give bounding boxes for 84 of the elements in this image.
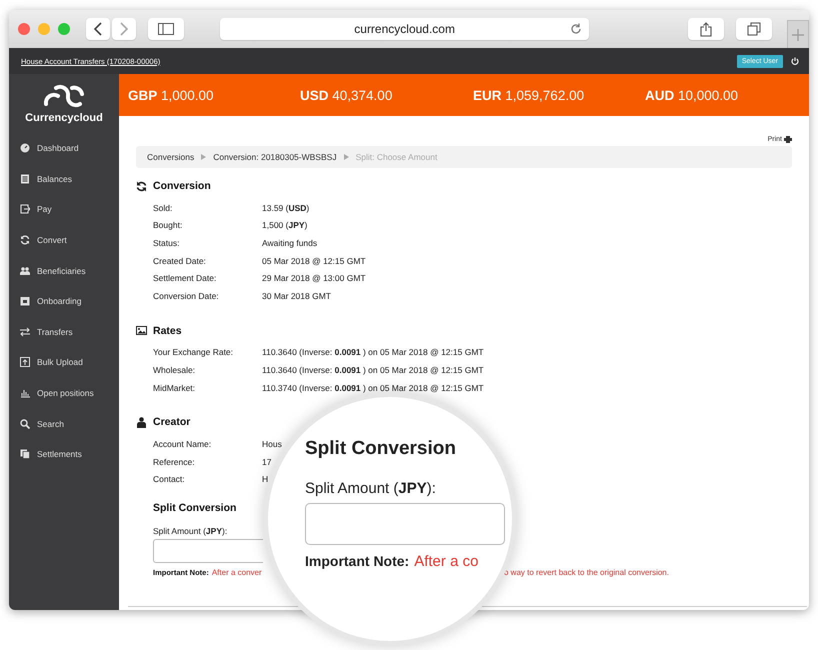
section-title: Split Conversion [305, 438, 456, 460]
refresh-icon [136, 180, 147, 192]
address-bar[interactable]: currencycloud.com [220, 18, 590, 40]
balance-amount: AUD 10,000.00 [645, 88, 740, 102]
field-label: Created Date: [153, 256, 207, 266]
reload-icon[interactable] [570, 23, 582, 35]
balance-amount: USD 40,374.00 [300, 88, 394, 102]
balance-amount: EUR 1,059,762.00 [473, 88, 586, 102]
note-label: Important Note: [305, 553, 410, 569]
field-label: Bought: [153, 220, 184, 230]
sidebar-item[interactable]: Beneficiaries [9, 255, 119, 286]
field-label: Split Amount (JPY): [153, 526, 228, 536]
field-value: 110.3640 (Inverse: 0.0091 ) on 05 Mar 2018 @ 12:15 GMT [262, 364, 484, 375]
sidebar-item[interactable]: Onboarding [9, 286, 119, 317]
close-dot[interactable] [18, 23, 30, 35]
field-value: 30 Mar 2018 GMT [262, 290, 331, 301]
note-text: After a co [414, 553, 478, 570]
power-icon[interactable] [791, 57, 799, 65]
field-label: Reference: [153, 456, 196, 467]
field-label: Sold: [153, 202, 174, 213]
breadcrumb-link[interactable]: Conversions [147, 152, 194, 162]
section-title: Rates [153, 324, 182, 337]
search-icon [20, 418, 30, 429]
field-label: Conversion Date: [153, 290, 220, 301]
field-value: 13.59 (USD) [262, 202, 310, 213]
tabs-icon[interactable] [747, 22, 762, 36]
field-value: Awaiting funds [262, 238, 318, 248]
amount-input-field[interactable] [153, 539, 263, 564]
field-label: Account Name: [153, 439, 212, 450]
caret-icon [344, 154, 349, 160]
field-value: 110.3740 (Inverse: 0.0091 ) on 05 Mar 2018 @ 12:15 GMT [262, 382, 484, 393]
export-icon [20, 204, 30, 214]
sidebar-item[interactable]: Settlements [9, 438, 119, 470]
person-icon [136, 416, 147, 428]
zoom-dot[interactable] [58, 23, 70, 35]
field-label: Contact: [153, 474, 186, 484]
note-text: After a conver [212, 568, 262, 578]
sidebar-item[interactable]: Dashboard [9, 133, 119, 164]
bar-chart-icon [20, 388, 30, 398]
users-icon [20, 266, 30, 276]
field-label: Your Exchange Rate: [153, 347, 234, 358]
section-title: Split Conversion [153, 502, 236, 514]
sidebar-item[interactable]: Transfers [9, 316, 119, 348]
field-value: 29 Mar 2018 @ 13:00 GMT [262, 273, 366, 284]
sidebar-item[interactable]: Balances [9, 164, 119, 194]
field-label: Split Amount (JPY): [305, 480, 436, 497]
sidebar-icon[interactable] [158, 23, 174, 35]
document-icon [20, 174, 30, 184]
balance-amount: GBP 1,000.00 [128, 88, 215, 102]
field-label: MidMarket: [153, 382, 196, 393]
sidebar-item[interactable]: Convert [9, 224, 119, 256]
field-label: Status: [153, 238, 180, 248]
section-title: Conversion [153, 180, 211, 192]
gauge-icon [20, 143, 30, 154]
sidebar-item[interactable]: Open positions [9, 378, 119, 408]
sidebar-item[interactable]: Search [9, 408, 119, 439]
field-value: 1,500 (JPY) [262, 220, 308, 230]
field-label: Wholesale: [153, 364, 196, 375]
upload-icon [20, 357, 30, 368]
chevron-left-icon[interactable] [93, 22, 103, 36]
swap-icon [20, 326, 30, 337]
field-value: 05 Mar 2018 @ 12:15 GMT [262, 256, 366, 266]
refresh-icon [20, 235, 30, 246]
caret-icon [201, 154, 206, 160]
share-icon[interactable] [700, 22, 712, 36]
field-label: Settlement Date: [153, 273, 218, 284]
back-button[interactable] [86, 18, 110, 40]
logo-icon [42, 82, 86, 110]
breadcrumb-link[interactable]: Conversion: 20180305-WBSBSJ [213, 152, 337, 162]
section-title: Creator [153, 416, 190, 428]
tabs-button[interactable] [736, 18, 772, 40]
minimize-dot[interactable] [38, 23, 50, 35]
sidebar-item[interactable]: Pay [9, 194, 119, 225]
inbox-icon [20, 296, 30, 306]
field-value: H [262, 474, 268, 484]
field-value: Hous [262, 439, 282, 450]
image-icon [136, 325, 147, 336]
field-value: 17 [262, 456, 272, 467]
sidebar-toggle-button[interactable] [148, 18, 184, 40]
share-button[interactable] [688, 18, 724, 40]
sidebar-item[interactable]: Bulk Upload [9, 347, 119, 378]
field-value: 110.3640 (Inverse: 0.0091 ) on 05 Mar 2018 @ 12:15 GMT [262, 347, 484, 358]
copy-icon [20, 449, 30, 460]
logo-text: Currencycloud [25, 112, 103, 124]
